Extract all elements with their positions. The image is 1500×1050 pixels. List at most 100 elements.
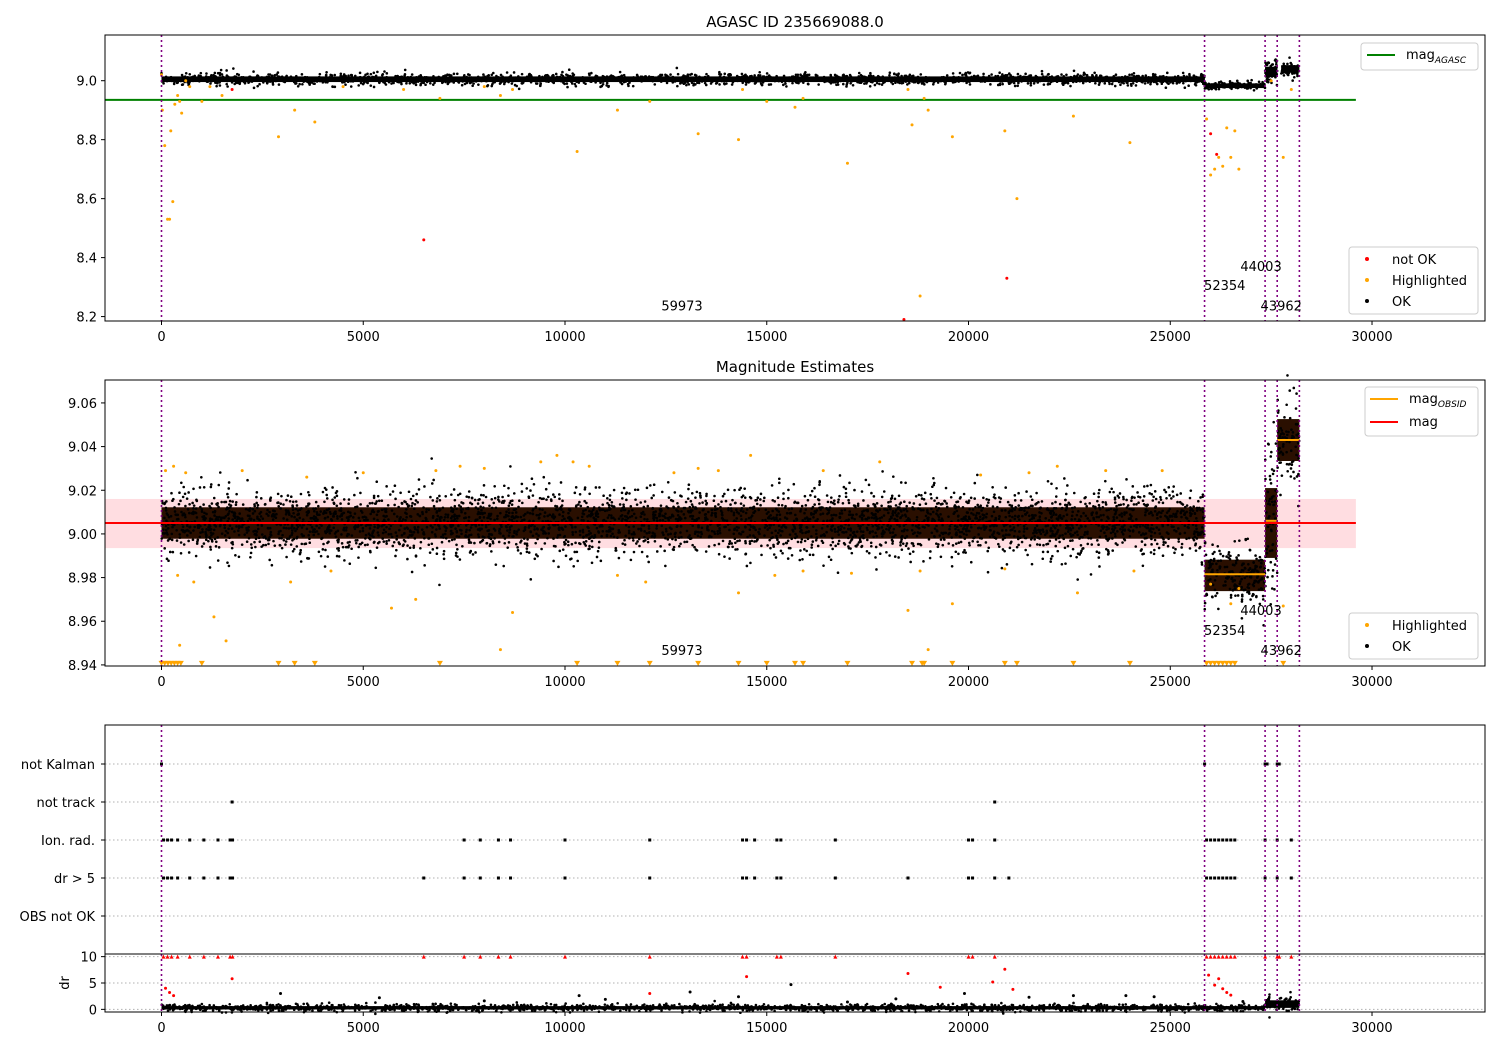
ok-point	[279, 79, 283, 82]
ok-point	[1164, 86, 1168, 90]
ok-point	[631, 508, 634, 512]
ok-point	[963, 524, 966, 528]
ok-point	[819, 76, 822, 80]
ok-point	[1195, 506, 1199, 510]
ok-point	[586, 76, 589, 80]
ok-point	[217, 505, 220, 509]
ok-point	[170, 491, 173, 495]
ok-point	[969, 496, 973, 500]
ok-point	[442, 549, 446, 553]
highlighted-point	[220, 93, 224, 97]
ok-point	[671, 537, 674, 541]
ok-point	[471, 77, 474, 80]
ok-point	[1022, 75, 1025, 79]
ok-point	[880, 504, 883, 508]
ok-point	[376, 494, 380, 498]
ok-point	[967, 77, 971, 81]
ok-point	[791, 528, 794, 532]
ok-point	[507, 508, 510, 511]
ok-point	[202, 542, 206, 545]
ok-point	[671, 80, 675, 84]
ok-point	[558, 493, 561, 496]
ok-point	[1251, 83, 1254, 87]
highlighted-point	[171, 200, 175, 204]
ok-point	[265, 512, 268, 516]
ok-point	[345, 526, 348, 529]
ok-point	[380, 499, 384, 502]
ok-point	[622, 73, 626, 77]
highlighted-point	[200, 99, 204, 103]
ok-point	[1069, 539, 1072, 543]
ok-point	[988, 535, 992, 539]
ok-point	[438, 494, 441, 498]
ok-point	[965, 527, 969, 530]
ok-point	[1134, 545, 1138, 548]
ok-point	[733, 78, 736, 81]
ok-point	[829, 558, 833, 562]
not_ok-point	[422, 238, 426, 242]
ok-point	[632, 550, 636, 554]
ok-point	[760, 544, 763, 548]
highlighted-point	[176, 93, 180, 97]
ok-point	[717, 552, 721, 556]
ok-point	[1111, 549, 1115, 552]
ok-point	[1040, 512, 1043, 515]
ok-point	[851, 77, 855, 80]
ok-point	[1058, 502, 1062, 506]
ok-point	[578, 492, 582, 496]
ok-point	[202, 503, 205, 506]
ok-point	[1064, 519, 1068, 523]
ok-point	[363, 75, 366, 79]
ok-point	[427, 543, 431, 547]
ok-point	[389, 524, 393, 528]
ok-point	[1013, 499, 1017, 502]
ok-point	[339, 72, 343, 76]
ok-point	[248, 514, 251, 518]
ok-point	[1261, 80, 1264, 84]
ok-point	[587, 529, 591, 533]
ok-point	[388, 527, 391, 531]
ok-point	[272, 539, 275, 543]
ok-point	[477, 79, 481, 82]
ok-point	[687, 483, 691, 487]
ok-point	[403, 74, 406, 77]
ok-point	[226, 513, 230, 517]
ok-point	[688, 73, 692, 76]
ok-point	[1180, 515, 1183, 519]
ok-point	[1189, 489, 1193, 492]
ok-point	[847, 501, 851, 505]
ok-point	[612, 535, 616, 539]
ok-point	[748, 506, 752, 510]
ok-point	[308, 541, 312, 545]
ok-point	[455, 543, 458, 547]
ok-point	[831, 536, 834, 540]
ok-point	[768, 526, 771, 530]
ok-point	[733, 537, 737, 541]
ok-point	[888, 507, 892, 511]
ok-point	[664, 564, 667, 568]
ok-point	[255, 501, 258, 505]
ok-point	[979, 543, 982, 547]
ok-point	[980, 509, 983, 512]
ok-point	[872, 495, 876, 498]
ok-point	[880, 532, 884, 536]
ok-point	[954, 76, 958, 80]
ok-point	[457, 77, 460, 80]
ok-point	[405, 515, 408, 519]
ok-point	[851, 535, 855, 539]
ok-point	[161, 532, 165, 535]
ok-point	[308, 530, 312, 533]
ok-point	[987, 74, 991, 78]
ok-point	[516, 549, 520, 552]
ok-point	[1182, 74, 1186, 78]
ok-point	[955, 500, 958, 504]
ok-point	[1084, 502, 1087, 506]
ok-point	[787, 488, 790, 492]
ok-point	[244, 79, 248, 83]
ok-point	[975, 511, 979, 515]
ok-point	[1092, 492, 1096, 496]
ok-point	[213, 509, 217, 513]
ok-point	[961, 73, 964, 77]
ok-point	[627, 531, 631, 535]
ok-point	[326, 555, 330, 558]
